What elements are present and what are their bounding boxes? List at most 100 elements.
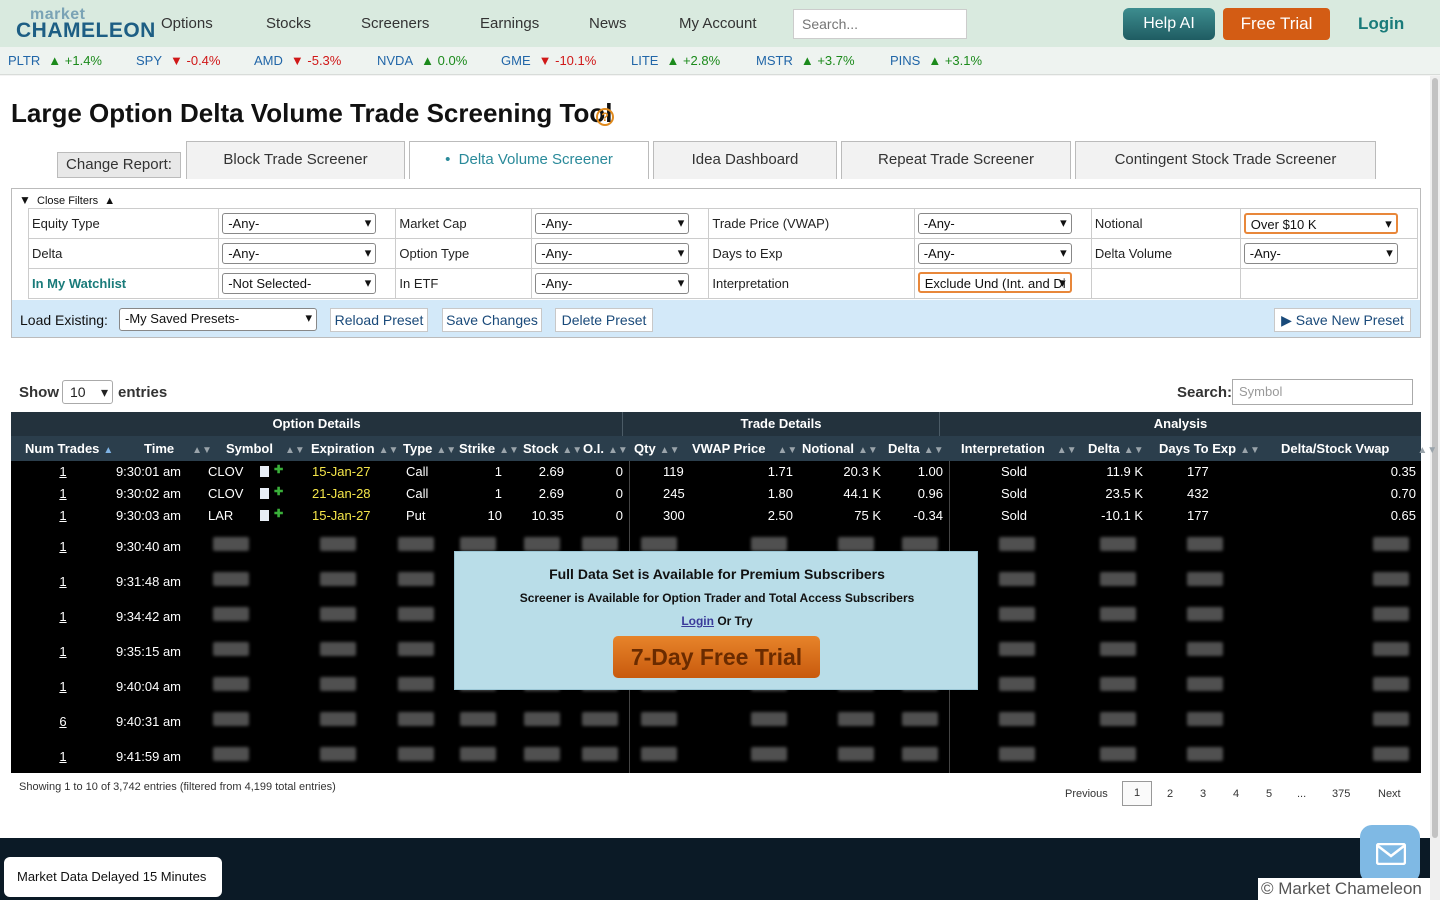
free-trial-cta-button[interactable]: 7-Day Free Trial (613, 636, 820, 678)
days-to-exp-select[interactable]: -Any- (917, 243, 1072, 264)
time-cell: 9:35:15 am (115, 644, 181, 659)
document-icon[interactable] (260, 510, 269, 521)
group-analysis: Analysis (940, 412, 1421, 436)
delta-select[interactable]: -Any- (222, 243, 377, 264)
login-link[interactable]: Login (1358, 14, 1404, 34)
tab-block-trade-screener[interactable]: Block Trade Screener (186, 141, 405, 179)
add-watchlist-icon[interactable]: ✚ (274, 463, 283, 476)
overlay-login-link[interactable]: Login (681, 614, 714, 628)
pagination-page-2[interactable]: 2 (1167, 788, 1173, 800)
site-search-input[interactable] (793, 9, 967, 39)
pagination-page-3[interactable]: 3 (1200, 788, 1206, 800)
col-symbol[interactable]: Symbol ▲▼ (226, 436, 305, 461)
add-watchlist-icon[interactable]: ✚ (274, 485, 283, 498)
col-qty[interactable]: Qty ▲▼ (634, 436, 679, 461)
save-new-preset-label: Save New Preset (1295, 312, 1404, 328)
market-cap-select[interactable]: -Any- (535, 213, 690, 234)
chat-button[interactable] (1360, 825, 1420, 883)
nav-options[interactable]: Options (161, 15, 213, 32)
col-delta[interactable]: Delta ▲▼ (888, 436, 944, 461)
num-trades-link[interactable]: 1 (59, 644, 67, 659)
close-filters-toggle[interactable]: ▼ Close Filters ▲ (19, 193, 115, 207)
watchlist-label[interactable]: In My Watchlist (27, 268, 220, 299)
free-trial-button[interactable]: Free Trial (1223, 8, 1330, 40)
col-time[interactable]: Time ▲▼ (144, 436, 212, 461)
symbol-search-input[interactable]: Symbol (1232, 379, 1413, 405)
col-days-to-exp[interactable]: Days To Exp ▲▼ (1159, 436, 1260, 461)
nav-stocks[interactable]: Stocks (266, 15, 311, 32)
nav-screeners[interactable]: Screeners (361, 15, 429, 32)
time-cell: 9:31:48 am (115, 574, 181, 589)
num-trades-link[interactable]: 1 (59, 679, 67, 694)
table-header-row: Num Trades ▲ Time ▲▼ Symbol ▲▼ Expiration ▲▼… (11, 436, 1437, 461)
num-trades-link[interactable]: 1 (59, 508, 67, 523)
pagination-page-last[interactable]: 375 (1332, 788, 1350, 800)
in-etf-select[interactable]: -Any- (535, 273, 690, 294)
active-tab-bullet: • (445, 151, 451, 168)
num-trades-link[interactable]: 1 (59, 464, 67, 479)
col-oi[interactable]: O.I. ▲▼ (583, 436, 628, 461)
logo[interactable]: market CHAMELEON (16, 6, 155, 42)
num-trades-link[interactable]: 1 (59, 574, 67, 589)
col-num-trades[interactable]: Num Trades ▲ (25, 436, 113, 461)
interpretation-select[interactable]: Exclude Und (Int. and Di (917, 271, 1072, 293)
help-icon[interactable]: ? (596, 108, 614, 126)
col-vwap-price[interactable]: VWAP Price ▲▼ (692, 436, 797, 461)
ticker-item[interactable]: GME ▼ -10.1% (501, 53, 596, 68)
ticker-item[interactable]: LITE ▲ +2.8% (631, 53, 720, 68)
ticker-item[interactable]: PLTR ▲ +1.4% (8, 53, 102, 68)
tab-repeat-trade-screener[interactable]: Repeat Trade Screener (841, 141, 1071, 179)
col-strike[interactable]: Strike ▲▼ (459, 436, 519, 461)
ticker-item[interactable]: AMD ▼ -5.3% (254, 53, 341, 68)
reload-preset-button[interactable]: Reload Preset (330, 308, 428, 332)
col-stock[interactable]: Stock ▲▼ (523, 436, 582, 461)
pagination-page-1[interactable]: 1 (1122, 781, 1152, 806)
entries-per-page-select[interactable]: 10 (62, 380, 113, 404)
num-trades-link[interactable]: 1 (59, 609, 67, 624)
ticker-item[interactable]: MSTR ▲ +3.7% (756, 53, 855, 68)
equity-type-select[interactable]: -Any- (222, 213, 377, 234)
num-trades-link[interactable]: 1 (59, 539, 67, 554)
num-trades-link[interactable]: 6 (59, 714, 67, 729)
col-delta-analysis[interactable]: Delta ▲▼ (1088, 436, 1144, 461)
tab-delta-volume-screener[interactable]: • Delta Volume Screener (409, 141, 649, 179)
pagination-page-5[interactable]: 5 (1266, 788, 1272, 800)
tab-idea-dashboard[interactable]: Idea Dashboard (653, 141, 837, 179)
ticker-item[interactable]: SPY ▼ -0.4% (136, 53, 220, 68)
document-icon[interactable] (260, 488, 269, 499)
ticker-symbol: PLTR (8, 53, 41, 68)
add-watchlist-icon[interactable]: ✚ (274, 507, 283, 520)
nav-earnings[interactable]: Earnings (480, 15, 539, 32)
page-scrollbar[interactable] (1430, 76, 1440, 900)
saved-presets-select[interactable]: -My Saved Presets- (119, 308, 317, 331)
document-icon[interactable] (260, 466, 269, 477)
col-interpretation[interactable]: Interpretation ▲▼ (961, 436, 1077, 461)
delta-volume-select[interactable]: -Any- (1243, 243, 1398, 264)
col-type[interactable]: Type ▲▼ (403, 436, 456, 461)
col-delta-stock-vwap[interactable]: Delta/Stock Vwap ▲▼ (1281, 436, 1437, 461)
save-changes-button[interactable]: Save Changes (442, 308, 542, 332)
num-trades-link[interactable]: 1 (59, 749, 67, 764)
save-new-preset-button[interactable]: ▶ Save New Preset (1274, 308, 1411, 332)
col-expiration[interactable]: Expiration ▲▼ (311, 436, 398, 461)
ticker-item[interactable]: NVDA ▲ 0.0% (377, 53, 467, 68)
filter-grid: Equity Type -Any- Market Cap -Any- Trade… (27, 208, 1419, 299)
col-notional[interactable]: Notional ▲▼ (802, 436, 878, 461)
tab-contingent-stock-trade-screener[interactable]: Contingent Stock Trade Screener (1075, 141, 1376, 179)
pagination-next[interactable]: Next (1378, 788, 1401, 800)
blurred-value (1100, 747, 1136, 761)
option-type-select[interactable]: -Any- (535, 243, 690, 264)
trade-price-select[interactable]: -Any- (917, 213, 1072, 234)
notional-select[interactable]: Over $10 K (1243, 213, 1398, 234)
down-arrow-icon: ▼ (170, 53, 183, 68)
delete-preset-button[interactable]: Delete Preset (555, 308, 653, 332)
nav-news[interactable]: News (589, 15, 627, 32)
blurred-value (460, 747, 496, 761)
ticker-item[interactable]: PINS ▲ +3.1% (890, 53, 982, 68)
nav-my-account[interactable]: My Account (679, 15, 757, 32)
num-trades-link[interactable]: 1 (59, 486, 67, 501)
pagination-previous[interactable]: Previous (1065, 788, 1108, 800)
help-ai-button[interactable]: Help AI (1123, 8, 1215, 40)
watchlist-select[interactable]: -Not Selected- (222, 273, 377, 294)
pagination-page-4[interactable]: 4 (1233, 788, 1239, 800)
